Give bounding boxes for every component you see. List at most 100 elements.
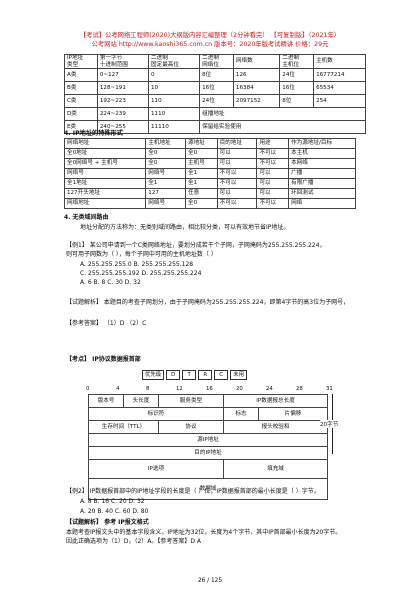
bit-position-label: 31 [326, 386, 333, 392]
special-address-row: 网络地址 网络号 全0 不可以 不可以 网络 [63, 198, 356, 209]
special-address-cell: 可以 [216, 188, 258, 199]
example1-answer: 【参考答案】 （1）D （2）C [66, 320, 147, 327]
ip-class-cell: 254 [313, 94, 366, 108]
special-address-cell: 有限广播 [288, 178, 356, 189]
field-ip-options: IP选项 [88, 459, 224, 479]
special-address-cell: 不可以 [256, 158, 290, 169]
field-total-length: IP数据报总长度 [223, 394, 328, 408]
special-address-cell: 全1 [145, 178, 187, 189]
bit-position-label: 24 [266, 386, 273, 392]
special-address-cell: 环回测试 [288, 188, 356, 199]
special-address-cell: 全0 [145, 158, 187, 169]
special-address-cell: 全0网络号 + 主机号 [63, 158, 147, 169]
example2-analysis-1: 本题考查IP报文头中的基本字段含义，IP地址为32位，长度为4个字节，其中IP首… [66, 529, 342, 536]
special-address-row: 全1地址 全1 全1 不可以 可以 有限广播 [63, 178, 356, 189]
ip-class-cell: 16777214 [313, 68, 366, 82]
ip-class-row: D类 224~239 1110 组播地址 [64, 107, 366, 121]
ip-class-cell: 110 [147, 94, 201, 108]
example1-question-2: 则可用子网数为（ ），每个子网中可用的主机地址数（ ） [66, 251, 217, 258]
special-address-cell: 可以 [256, 178, 290, 189]
ip-class-cell: 2097152 [232, 94, 281, 108]
ip-class-row: C类 192~223 110 24位 2097152 8位 254 [64, 94, 366, 108]
example1-options-2: C. 255.255.255.192 D. 255.255.255.224 [80, 270, 202, 277]
special-address-cell: 网络号 [145, 168, 187, 179]
ip-class-row: B类 128~191 10 16位 16384 16位 65534 [64, 81, 366, 95]
bit-position-label: 28 [296, 386, 303, 392]
ip-class-header-cell: 二进制 主机位 [279, 54, 315, 69]
header-line-1: 【考试】公考网络工程师(2020)大纲版内容汇编整理（2分钟看完） 【可复制版】… [79, 32, 341, 39]
ip-class-cell: 组播地址 [199, 107, 366, 121]
ip-class-cell: 8位 [279, 94, 315, 108]
ip-class-header-cell: 主机数 [313, 54, 366, 69]
special-address-row: 127开头地址 127 任意 可以 可以 环回测试 [63, 188, 356, 199]
tos-flag-box: 优先级 [142, 370, 165, 380]
ip-class-cell: 16位 [279, 81, 315, 95]
ip-class-cell: 11110 [147, 120, 201, 134]
special-address-cell: 本主机 [288, 148, 356, 159]
example1-options-1: A. 255.255.255.0 B. 255.255.255.128 [80, 261, 194, 268]
field-ttl: 生存时间（TTL） [88, 420, 159, 434]
special-address-cell: 127开头地址 [63, 188, 147, 199]
ip-class-table: IP地址 类型 第一字节 十进制范围 二进制 固定最高位 二进制 网络位 网络数 二进制 … [64, 54, 366, 134]
special-address-table: 网络地址 主机地址 源地址 目的地址 用途 作为源地址/目标 全0地址 全0 全0 可以 不可以 本主… [63, 138, 356, 209]
bit-position-label: 0 [86, 386, 90, 392]
special-address-cell: 127 [145, 188, 187, 199]
special-address-header-cell: 主机地址 [145, 138, 187, 149]
special-address-cell: 广播 [288, 168, 356, 179]
example2-question: 【例2】 IP数据报首部中的IP地址字段的长度是（ ）位，IP数据报首部的最小长… [66, 488, 320, 495]
ip-class-cell: C类 [64, 94, 98, 108]
field-protocol: 协议 [158, 420, 224, 434]
tos-flag-box: R [198, 370, 213, 380]
bit-position-label: 4 [116, 386, 120, 392]
special-address-cell: 全0 [145, 148, 187, 159]
example2-analysis-heading: 【试题解析】 参考 IP报文格式 [66, 519, 149, 526]
ip-class-cell: 192~223 [96, 94, 150, 108]
ip-class-cell: 128~191 [96, 81, 150, 95]
tos-flag-box: D [166, 370, 181, 380]
ip-class-cell: 24位 [279, 68, 315, 82]
section-intro: 地址分配的方法称为：无类别域间路由，相比较分类，可以有效地节省IP地址。 [80, 224, 290, 231]
special-address-cell: 不可以 [216, 168, 258, 179]
ip-class-cell: 65534 [313, 81, 366, 95]
ip-class-row: A类 0~127 0 8位 126 24位 16777214 [64, 68, 366, 82]
special-address-cell: 可以 [256, 188, 290, 199]
special-address-cell: 网络号 [63, 168, 147, 179]
field-tos: 服务类型 [158, 394, 224, 408]
special-address-cell: 任意 [185, 188, 218, 199]
special-address-cell: 不可以 [216, 178, 258, 189]
field-identifier: 标识符 [88, 407, 224, 421]
special-address-row: 网络号 网络号 全1 不可以 可以 广播 [63, 168, 356, 179]
special-address-header-cell: 源地址 [185, 138, 218, 149]
ip-class-header-cell: 二进制 固定最高位 [147, 54, 201, 69]
special-address-header-row: 网络地址 主机地址 源地址 目的地址 用途 作为源地址/目标 [63, 138, 356, 149]
special-address-header-cell: 用途 [256, 138, 290, 149]
special-address-cell: 网络地址 [63, 198, 147, 209]
example2-analysis-2: 因此正确选项为（1）D，（2）A。【参考答案】D A [66, 538, 201, 545]
special-address-cell: 网络 [288, 198, 356, 209]
bit-position-label: 12 [176, 386, 183, 392]
field-checksum: 报头校验和 [223, 420, 328, 434]
example2-options-2: A. 20 B. 40 C. 60 D. 80 [80, 508, 149, 515]
ip-class-header-cell: IP地址 类型 [64, 54, 98, 69]
field-fragment-offset: 片偏移 [258, 407, 328, 421]
twenty-byte-label: 20字节 [320, 420, 339, 428]
ip-class-cell: B类 [64, 81, 98, 95]
ip-class-cell: A类 [64, 68, 98, 82]
ip-class-cell: 0 [147, 68, 201, 82]
tos-flag-box: T [182, 370, 197, 380]
special-address-cell: 网络号 [145, 198, 187, 209]
special-address-cell: 可以 [256, 168, 290, 179]
field-header-length: 头长度 [123, 394, 159, 408]
special-address-cell: 全0 [185, 198, 218, 209]
ip-class-cell: 16384 [232, 81, 281, 95]
tos-flag-box: C [214, 370, 229, 380]
bit-position-label: 20 [236, 386, 243, 392]
example2-options-1: A. 8 B. 16 C. 20 D. 32 [80, 498, 145, 505]
ip-class-header-cell: 网络数 [232, 54, 281, 69]
ip-header-table: 版本号 头长度 服务类型 IP数据报总长度 标识符 标志 片偏移 生存时间（TT… [88, 394, 328, 500]
field-version: 版本号 [88, 394, 124, 408]
special-address-header-cell: 目的地址 [216, 138, 258, 149]
bit-position-label: 8 [146, 386, 150, 392]
special-address-cell: 全1 [185, 178, 218, 189]
example1-options-3: A. 6 B. 8 C. 30 D. 32 [80, 279, 141, 286]
